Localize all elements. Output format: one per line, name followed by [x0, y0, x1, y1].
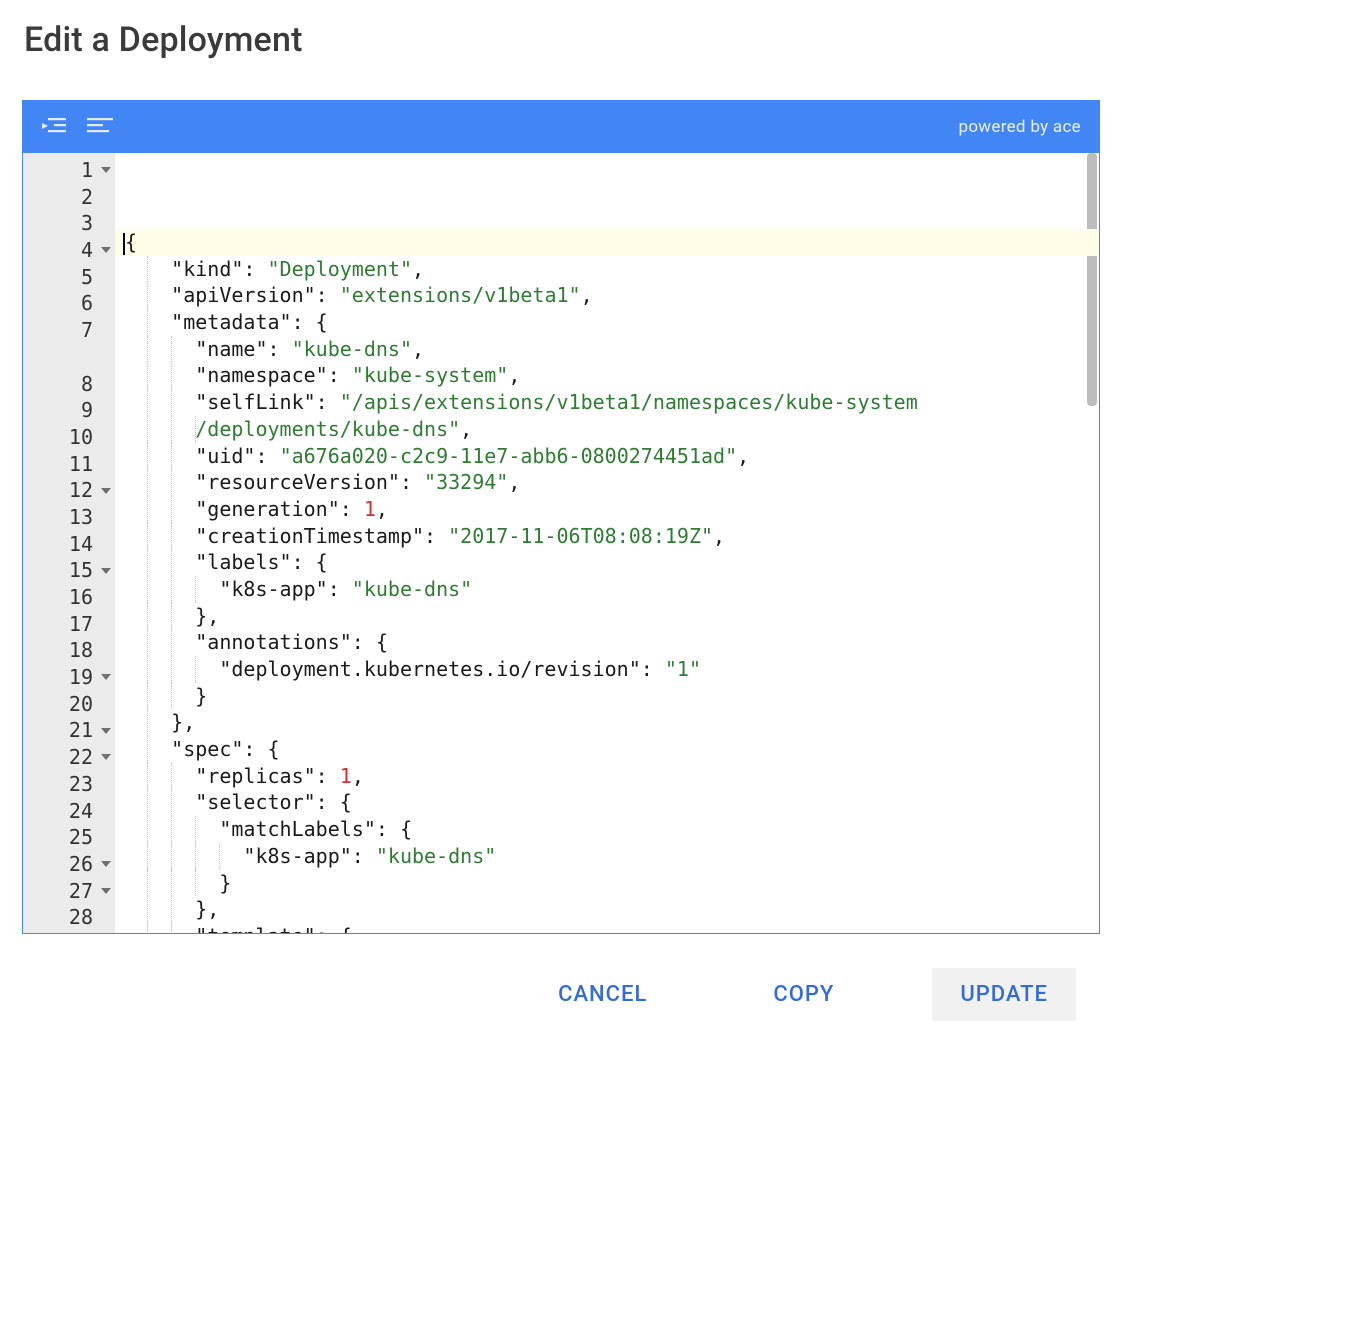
- gutter-line: 1: [23, 157, 115, 184]
- code-line[interactable]: "name": "kube-dns",: [115, 336, 1099, 363]
- gutter-line: 4: [23, 237, 115, 264]
- code-line[interactable]: "k8s-app": "kube-dns": [115, 576, 1099, 603]
- gutter-line: 13: [23, 504, 115, 531]
- code-line[interactable]: "replicas": 1,: [115, 763, 1099, 790]
- gutter-line: 3: [23, 210, 115, 237]
- code-line[interactable]: }: [115, 870, 1099, 897]
- fold-toggle-icon[interactable]: [101, 728, 111, 734]
- code-line[interactable]: "deployment.kubernetes.io/revision": "1": [115, 656, 1099, 683]
- gutter-line: 5: [23, 264, 115, 291]
- code-line[interactable]: "metadata": {: [115, 309, 1099, 336]
- indent-icon: [42, 116, 68, 138]
- gutter-line: 29: [23, 931, 115, 933]
- gutter-line: 23: [23, 771, 115, 798]
- code-line[interactable]: "kind": "Deployment",: [115, 256, 1099, 283]
- dialog-actions: CANCEL COPY UPDATE: [22, 934, 1100, 1021]
- gutter-line: 25: [23, 824, 115, 851]
- code-line[interactable]: "matchLabels": {: [115, 816, 1099, 843]
- gutter-line: 22: [23, 744, 115, 771]
- line-gutter: 1234567891011121314151617181920212223242…: [23, 153, 115, 933]
- code-line[interactable]: "k8s-app": "kube-dns": [115, 843, 1099, 870]
- align-left-icon: [87, 116, 115, 138]
- code-line[interactable]: "annotations": {: [115, 629, 1099, 656]
- gutter-line: 18: [23, 637, 115, 664]
- code-line[interactable]: "namespace": "kube-system",: [115, 362, 1099, 389]
- cancel-button[interactable]: CANCEL: [530, 968, 675, 1021]
- dialog-title: Edit a Deployment: [24, 20, 1100, 60]
- fold-toggle-icon[interactable]: [101, 754, 111, 760]
- editor-toolbar: powered by ace: [23, 101, 1099, 153]
- code-line[interactable]: /deployments/kube-dns",: [115, 416, 1099, 443]
- powered-by-label: powered by ace: [958, 117, 1081, 137]
- code-line[interactable]: },: [115, 896, 1099, 923]
- gutter-line: 11: [23, 451, 115, 478]
- gutter-line: 21: [23, 717, 115, 744]
- code-line[interactable]: }: [115, 683, 1099, 710]
- code-line[interactable]: "selector": {: [115, 789, 1099, 816]
- fold-toggle-icon[interactable]: [101, 568, 111, 574]
- code-area[interactable]: { "kind": "Deployment", "apiVersion": "e…: [115, 153, 1099, 933]
- fold-toggle-icon[interactable]: [101, 888, 111, 894]
- editor-body[interactable]: 1234567891011121314151617181920212223242…: [23, 153, 1099, 933]
- gutter-line: 24: [23, 798, 115, 825]
- gutter-line: 15: [23, 557, 115, 584]
- gutter-line: 14: [23, 531, 115, 558]
- gutter-line: [23, 344, 115, 371]
- gutter-line: 12: [23, 477, 115, 504]
- gutter-line: 28: [23, 904, 115, 931]
- gutter-line: 10: [23, 424, 115, 451]
- code-line[interactable]: "spec": {: [115, 736, 1099, 763]
- copy-button[interactable]: COPY: [745, 968, 862, 1021]
- code-line[interactable]: "uid": "a676a020-c2c9-11e7-abb6-08002744…: [115, 443, 1099, 470]
- gutter-line: 6: [23, 290, 115, 317]
- fold-toggle-icon[interactable]: [101, 861, 111, 867]
- gutter-line: 16: [23, 584, 115, 611]
- gutter-line: 2: [23, 184, 115, 211]
- toolbar-format-button[interactable]: [81, 109, 121, 145]
- gutter-line: 8: [23, 371, 115, 398]
- code-line[interactable]: "generation": 1,: [115, 496, 1099, 523]
- json-editor: powered by ace 1234567891011121314151617…: [22, 100, 1100, 934]
- fold-toggle-icon[interactable]: [101, 167, 111, 173]
- code-line[interactable]: "resourceVersion": "33294",: [115, 469, 1099, 496]
- gutter-line: 26: [23, 851, 115, 878]
- code-line[interactable]: {: [115, 229, 1099, 256]
- gutter-line: 17: [23, 611, 115, 638]
- code-line[interactable]: "selfLink": "/apis/extensions/v1beta1/na…: [115, 389, 1099, 416]
- gutter-line: 20: [23, 691, 115, 718]
- fold-toggle-icon[interactable]: [101, 247, 111, 253]
- update-button[interactable]: UPDATE: [932, 968, 1076, 1021]
- code-line[interactable]: },: [115, 603, 1099, 630]
- code-line[interactable]: },: [115, 709, 1099, 736]
- gutter-line: 27: [23, 878, 115, 905]
- gutter-line: 19: [23, 664, 115, 691]
- code-line[interactable]: "labels": {: [115, 549, 1099, 576]
- gutter-line: 9: [23, 397, 115, 424]
- gutter-line: 7: [23, 317, 115, 344]
- code-line[interactable]: "template": {: [115, 923, 1099, 933]
- fold-toggle-icon[interactable]: [101, 488, 111, 494]
- fold-toggle-icon[interactable]: [101, 674, 111, 680]
- code-line[interactable]: "apiVersion": "extensions/v1beta1",: [115, 282, 1099, 309]
- toolbar-indent-button[interactable]: [35, 109, 75, 145]
- code-line[interactable]: "creationTimestamp": "2017-11-06T08:08:1…: [115, 523, 1099, 550]
